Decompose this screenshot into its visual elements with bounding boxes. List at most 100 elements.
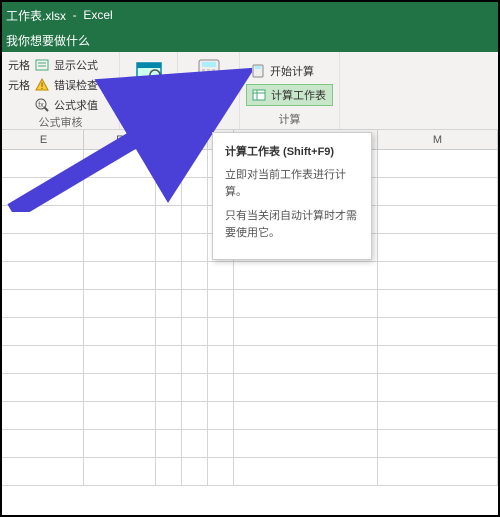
cell[interactable] xyxy=(4,430,84,457)
column-header[interactable]: F xyxy=(84,130,156,149)
cell[interactable] xyxy=(182,178,208,205)
tell-me-bar[interactable]: 我你想要做什么 xyxy=(2,28,498,52)
cell[interactable] xyxy=(156,178,182,205)
cell[interactable] xyxy=(208,402,234,429)
column-header[interactable]: G xyxy=(156,130,182,149)
calculate-sheet-icon xyxy=(251,87,267,103)
cell[interactable] xyxy=(378,318,498,345)
cell[interactable] xyxy=(234,430,378,457)
cell[interactable] xyxy=(378,374,498,401)
column-header[interactable]: H xyxy=(182,130,208,149)
cell[interactable] xyxy=(208,290,234,317)
cell[interactable] xyxy=(234,262,378,289)
cell[interactable] xyxy=(182,290,208,317)
chevron-down-icon: ▼ xyxy=(185,104,193,113)
cell[interactable] xyxy=(4,262,84,289)
cell[interactable] xyxy=(182,318,208,345)
cell[interactable] xyxy=(378,262,498,289)
show-formulas-icon xyxy=(34,57,50,73)
cell[interactable] xyxy=(84,150,156,177)
cell[interactable] xyxy=(4,458,84,485)
cell[interactable] xyxy=(156,318,182,345)
cell[interactable] xyxy=(208,458,234,485)
cell[interactable] xyxy=(234,374,378,401)
cell[interactable] xyxy=(4,318,84,345)
cell[interactable] xyxy=(234,346,378,373)
cell[interactable] xyxy=(234,458,378,485)
cell[interactable] xyxy=(182,430,208,457)
calculate-now-button[interactable]: 开始计算 xyxy=(246,60,333,82)
cell[interactable] xyxy=(378,234,498,261)
cell[interactable] xyxy=(156,234,182,261)
cell[interactable] xyxy=(84,402,156,429)
cell[interactable] xyxy=(208,374,234,401)
cell[interactable] xyxy=(208,318,234,345)
cell[interactable] xyxy=(84,318,156,345)
cell[interactable] xyxy=(84,206,156,233)
cell[interactable] xyxy=(182,402,208,429)
remove-arrows-button[interactable]: fx 公式求值 xyxy=(8,96,113,114)
titlebar-separator: - xyxy=(66,8,83,22)
cell[interactable] xyxy=(4,150,84,177)
cell[interactable] xyxy=(84,430,156,457)
cell[interactable] xyxy=(84,346,156,373)
table-row xyxy=(2,346,498,374)
cell[interactable] xyxy=(378,206,498,233)
cell[interactable] xyxy=(234,318,378,345)
cell[interactable] xyxy=(4,402,84,429)
cell[interactable] xyxy=(4,346,84,373)
cell[interactable] xyxy=(156,290,182,317)
cell[interactable] xyxy=(208,262,234,289)
cell[interactable] xyxy=(4,374,84,401)
cell[interactable] xyxy=(4,206,84,233)
cell[interactable] xyxy=(4,178,84,205)
cell[interactable] xyxy=(156,458,182,485)
table-row xyxy=(2,402,498,430)
tooltip: 计算工作表 (Shift+F9) 立即对当前工作表进行计算。 只有当关闭自动计算… xyxy=(212,132,372,260)
cell[interactable] xyxy=(182,374,208,401)
cell[interactable] xyxy=(378,150,498,177)
column-header[interactable]: M xyxy=(378,130,498,149)
table-row xyxy=(2,290,498,318)
calculation-options-button[interactable]: 计算选项▼ xyxy=(184,54,233,112)
cell[interactable] xyxy=(182,234,208,261)
calculate-now-label: 开始计算 xyxy=(270,63,314,79)
cell[interactable] xyxy=(208,346,234,373)
cell[interactable] xyxy=(84,262,156,289)
cell[interactable] xyxy=(182,458,208,485)
column-header[interactable]: E xyxy=(4,130,84,149)
table-row xyxy=(2,458,498,486)
cell[interactable] xyxy=(84,290,156,317)
cell[interactable] xyxy=(84,178,156,205)
cell[interactable] xyxy=(378,290,498,317)
cell[interactable] xyxy=(378,402,498,429)
cell[interactable] xyxy=(378,430,498,457)
cell[interactable] xyxy=(182,206,208,233)
cell[interactable] xyxy=(208,430,234,457)
cell[interactable] xyxy=(4,234,84,261)
cell[interactable] xyxy=(156,206,182,233)
cell[interactable] xyxy=(84,374,156,401)
cell[interactable] xyxy=(182,150,208,177)
cell[interactable] xyxy=(378,458,498,485)
cell[interactable] xyxy=(234,402,378,429)
cell[interactable] xyxy=(156,346,182,373)
trace-precedents-button[interactable]: 元格 显示公式 xyxy=(8,56,113,74)
error-checking-label: 错误检查 xyxy=(54,77,98,93)
calculate-sheet-button[interactable]: 计算工作表 xyxy=(246,84,333,106)
cell[interactable] xyxy=(156,402,182,429)
cell[interactable] xyxy=(378,178,498,205)
trace-dependents-button[interactable]: 元格 ! 错误检查 ▼ xyxy=(8,76,113,94)
cell[interactable] xyxy=(84,234,156,261)
cell[interactable] xyxy=(156,150,182,177)
cell[interactable] xyxy=(4,290,84,317)
cell[interactable] xyxy=(234,290,378,317)
cell[interactable] xyxy=(156,374,182,401)
cell[interactable] xyxy=(156,262,182,289)
cell[interactable] xyxy=(182,262,208,289)
watch-window-button[interactable]: 监视窗口 xyxy=(126,54,171,112)
cell[interactable] xyxy=(84,458,156,485)
cell[interactable] xyxy=(182,346,208,373)
cell[interactable] xyxy=(378,346,498,373)
cell[interactable] xyxy=(156,430,182,457)
